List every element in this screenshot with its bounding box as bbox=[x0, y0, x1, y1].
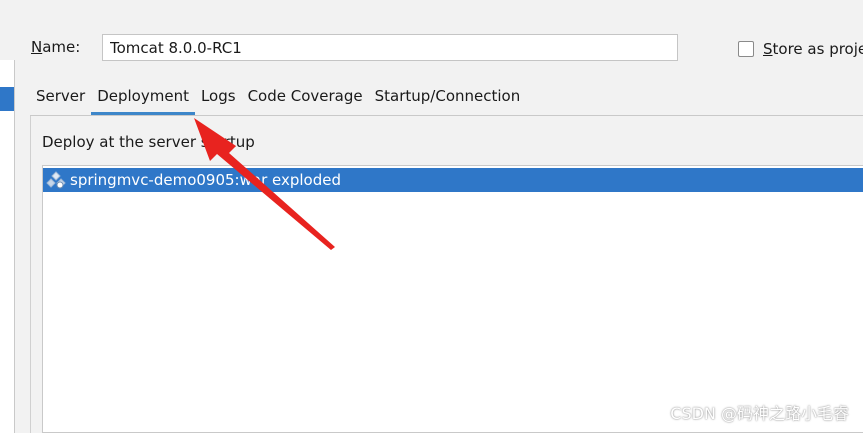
configuration-tree-selected-item[interactable] bbox=[0, 87, 14, 111]
tab-startup-connection[interactable]: Startup/Connection bbox=[369, 84, 527, 113]
name-input[interactable] bbox=[102, 34, 678, 61]
store-as-project-file-checkbox[interactable] bbox=[738, 41, 754, 57]
tab-deployment[interactable]: Deployment bbox=[91, 84, 195, 116]
name-label-text: ame: bbox=[42, 38, 81, 56]
run-configuration-dialog: Name: Store as proje Server Deployment L… bbox=[0, 0, 863, 433]
artifact-label: springmvc-demo0905:war exploded bbox=[70, 171, 341, 189]
store-as-project-file-option[interactable]: Store as proje bbox=[738, 40, 863, 58]
war-artifact-icon bbox=[46, 171, 66, 189]
configuration-tree[interactable] bbox=[0, 60, 15, 433]
deploy-section-title: Deploy at the server startup bbox=[42, 133, 255, 151]
name-label: Name: bbox=[31, 38, 80, 56]
configuration-tabs: Server Deployment Logs Code Coverage Sta… bbox=[30, 84, 526, 116]
name-label-mnemonic: N bbox=[31, 38, 43, 56]
store-label-mnemonic: S bbox=[763, 40, 773, 58]
tab-server[interactable]: Server bbox=[30, 84, 91, 113]
list-item[interactable]: springmvc-demo0905:war exploded bbox=[43, 168, 863, 192]
store-as-project-file-label[interactable]: Store as proje bbox=[763, 40, 863, 58]
store-label-text: tore as proje bbox=[772, 40, 863, 58]
tab-logs[interactable]: Logs bbox=[195, 84, 242, 113]
tab-code-coverage[interactable]: Code Coverage bbox=[242, 84, 369, 113]
csdn-watermark: CSDN @码神之路小毛睿 bbox=[670, 404, 849, 423]
deployment-artifact-list[interactable]: springmvc-demo0905:war exploded bbox=[42, 165, 863, 433]
